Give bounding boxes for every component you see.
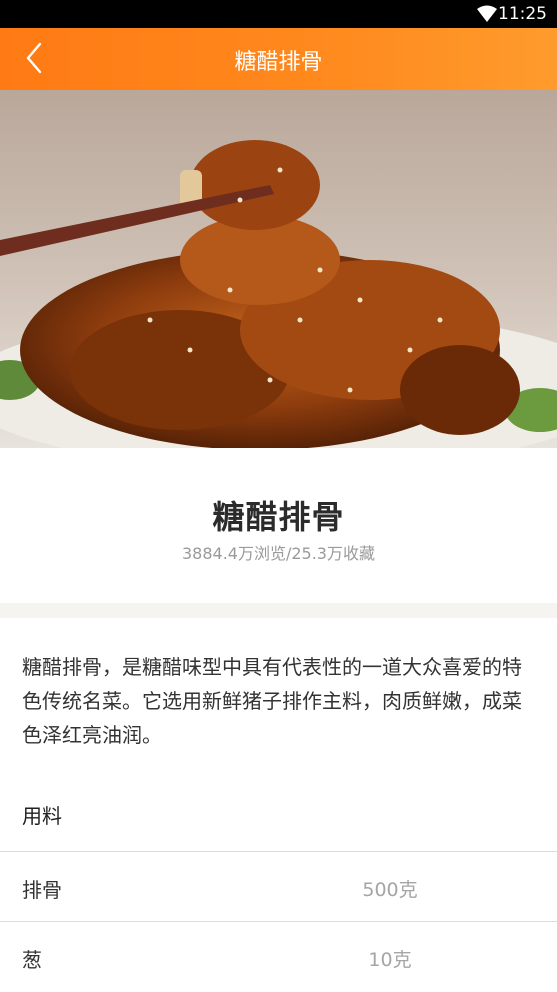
status-time: 11:25 (498, 4, 547, 24)
ingredient-name: 葱 (22, 948, 42, 972)
status-bar: 11:25 (0, 0, 557, 28)
ingredient-amount: 10克 (368, 949, 412, 971)
page-title: 糖醋排骨 (234, 50, 323, 75)
dish-photo (0, 90, 557, 448)
ingredient-row: 排骨 500克 (0, 851, 557, 922)
ingredients-heading: 用料 (22, 804, 62, 828)
dish-description: 糖醋排骨，是糖醋味型中具有代表性的一道大众喜爱的特色传统名菜。它选用新鲜猪子排作… (22, 655, 522, 747)
ingredient-row: 葱 10克 (0, 921, 557, 992)
dish-stats: 3884.4万浏览/25.3万收藏 (181, 544, 375, 563)
dish-title: 糖醋排骨 (212, 498, 345, 536)
ingredient-amount: 500克 (362, 879, 418, 901)
section-divider (0, 603, 557, 618)
wifi-icon (477, 5, 497, 22)
app-bar: 糖醋排骨 (0, 28, 557, 90)
ingredient-name: 排骨 (22, 878, 62, 902)
